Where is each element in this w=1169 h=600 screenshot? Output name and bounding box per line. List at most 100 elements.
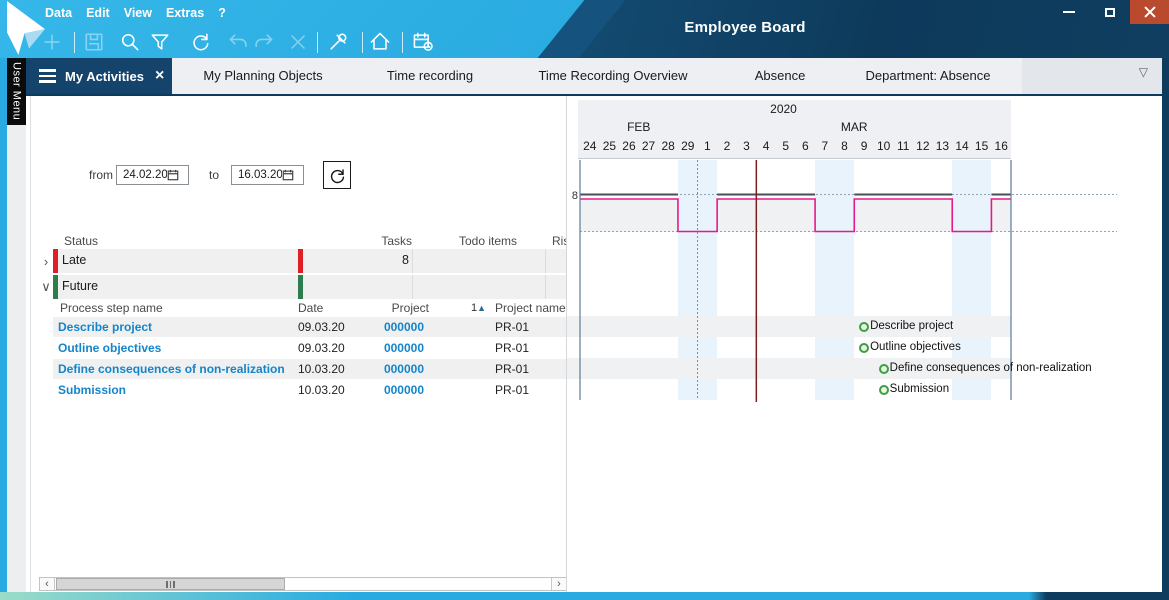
day-label: 4 [756,139,776,153]
process-step-row[interactable]: Define consequences of non-realization10… [53,359,567,379]
scrollbar-thumb[interactable] [56,578,285,590]
col-header-risks[interactable]: Ris [552,234,567,248]
col-header-date[interactable]: Date [298,301,323,315]
add-button[interactable] [38,28,66,56]
day-label: 5 [776,139,796,153]
toolbar-separator [74,32,75,53]
project-link[interactable]: 000000 [371,320,424,334]
milestone-label: Outline objectives [870,341,961,353]
search-icon [118,30,142,54]
process-step-link[interactable]: Describe project [58,320,152,334]
cell-border [545,275,546,299]
process-step-link[interactable]: Outline objectives [58,341,161,355]
milestone-marker[interactable] [859,322,869,332]
home-button[interactable] [366,28,394,56]
row-expand-arrow[interactable]: › [39,249,53,273]
refresh-button[interactable] [323,161,351,189]
col-header-project[interactable]: Project [371,301,429,315]
tab-close-icon[interactable]: × [155,68,164,84]
toolbar-separator [402,32,403,53]
from-date-input[interactable] [117,169,167,181]
to-date-field[interactable] [231,165,304,185]
redo-button[interactable] [249,28,277,56]
milestone-marker[interactable] [859,343,869,353]
calendar-icon [282,169,294,181]
col-header-project-name[interactable]: Project name [495,301,566,315]
process-step-link[interactable]: Define consequences of non-realization [58,362,285,376]
milestone-marker[interactable] [879,364,889,374]
tab-department-absence[interactable]: Department: Absence [865,58,990,94]
day-label: 11 [893,139,913,153]
day-label: 29 [678,139,698,153]
timeline-year-label: 2020 [567,102,1000,116]
gantt-panel: 2020 FEBMAR 2425262728291234567891011121… [567,96,1162,592]
process-step-row[interactable]: Submission10.03.20000000PR-01 [53,380,567,400]
add-icon [40,30,64,54]
title-bar: Data Edit View Extras? Employee Board [0,0,1169,58]
to-date-input[interactable] [232,169,282,181]
delete-button[interactable] [284,28,312,56]
horizontal-scrollbar: ‹ › [39,577,567,591]
menu-item-edit[interactable]: Edit [86,5,110,22]
search-button[interactable] [116,28,144,56]
col-header-todo-items[interactable]: Todo items [459,234,517,248]
undo-icon [227,30,251,54]
step-date: 09.03.20 [298,320,345,334]
tab-absence[interactable]: Absence [755,58,806,94]
process-step-link[interactable]: Submission [58,383,126,397]
sort-indicator[interactable]: 1▲ [471,302,486,314]
project-link[interactable]: 000000 [371,362,424,376]
tab-bar: ▽ My Activities× My Planning Objects Time … [26,58,1162,96]
refresh-button[interactable] [186,28,214,56]
scroll-left-button[interactable]: ‹ [40,578,55,590]
row-expand-arrow[interactable]: ∨ [39,275,53,299]
process-step-row[interactable]: Describe project09.03.20000000PR-01 [53,317,567,337]
project-link[interactable]: 000000 [371,341,424,355]
day-label: 15 [972,139,992,153]
col-header-process-step[interactable]: Process step name [60,301,163,315]
menu-item-[interactable]: ? [218,5,226,22]
summary-row-late[interactable]: Late8 [53,249,567,273]
tab-my-activities[interactable]: My Activities× [26,58,172,94]
minimize-button[interactable] [1048,0,1089,24]
day-label: 13 [933,139,953,153]
day-label: 14 [952,139,972,153]
capacity-axis-label: 8 [567,190,578,202]
tab-my-planning-objects[interactable]: My Planning Objects [203,58,322,94]
calendar-clock-icon [411,30,435,54]
maximize-icon [1105,8,1115,17]
col-header-status[interactable]: Status [64,234,98,248]
col-header-tasks[interactable]: Tasks [371,234,412,248]
menu-item-data[interactable]: Data [45,5,72,22]
window-bottom-border [0,592,1169,600]
activities-panel: from to Status Tasks Todo items Ris ›Lat… [30,96,567,592]
main-area: from to Status Tasks Todo items Ris ›Lat… [26,96,1162,592]
from-date-field[interactable] [116,165,189,185]
tab-time-recording-overview[interactable]: Time Recording Overview [538,58,687,94]
close-button[interactable] [1130,0,1169,24]
tools-button[interactable] [324,28,352,56]
step-date: 09.03.20 [298,341,345,355]
window-title: Employee Board [600,19,890,36]
calendar-clock-button[interactable] [409,28,437,56]
milestone-label: Describe project [870,320,953,332]
summary-row-future[interactable]: Future [53,275,567,299]
tab-time-recording[interactable]: Time recording [387,58,473,94]
process-step-row[interactable]: Outline objectives09.03.20000000PR-01 [53,338,567,358]
maximize-button[interactable] [1089,0,1130,24]
filter-button[interactable] [146,28,174,56]
hamburger-icon[interactable] [39,69,56,83]
day-label: 28 [658,139,678,153]
user-menu-tab[interactable]: User Menu [7,58,26,125]
scroll-right-button[interactable]: › [551,578,566,590]
save-button[interactable] [80,28,108,56]
milestone-label: Define consequences of non-realization [890,362,1092,374]
menu-item-view[interactable]: View [124,5,152,22]
toolbar-separator [317,32,318,53]
project-link[interactable]: 000000 [371,383,424,397]
menu-item-extras[interactable]: Extras [166,5,204,22]
status-color-bar [53,275,58,299]
tab-overflow-button[interactable]: ▽ [1139,65,1148,79]
milestone-marker[interactable] [879,385,889,395]
day-label: 24 [580,139,600,153]
